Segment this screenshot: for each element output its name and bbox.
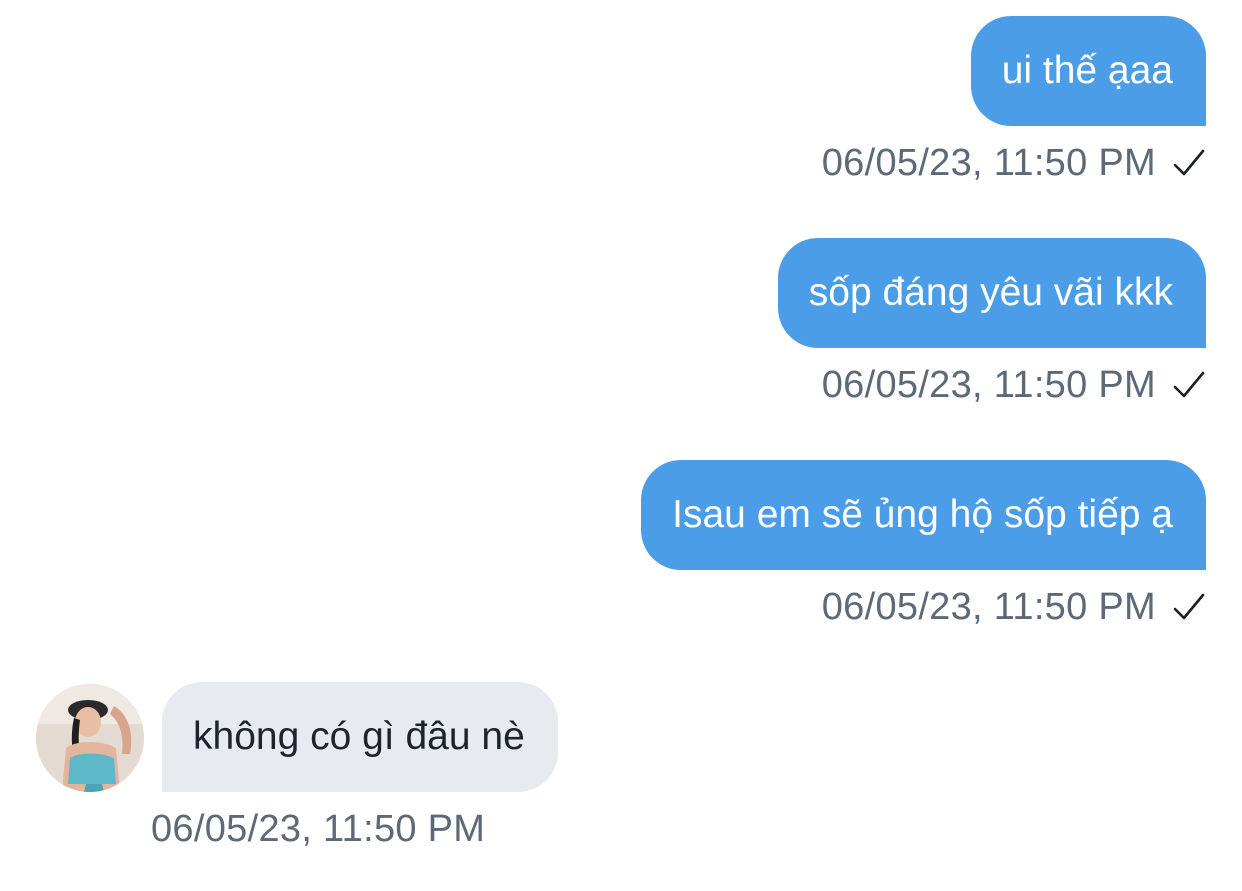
message-meta: 06/05/23, 11:50 PM <box>822 586 1206 628</box>
message-thread[interactable]: ui thế ạaa 06/05/23, 11:50 PM sốp đáng y… <box>0 0 1242 891</box>
incoming-bubble[interactable]: không có gì đâu nè <box>162 682 558 792</box>
check-icon <box>1173 593 1205 620</box>
message-timestamp: 06/05/23, 11:50 PM <box>151 808 486 850</box>
avatar-icon[interactable] <box>36 684 144 792</box>
outgoing-message: sốp đáng yêu vãi kkk 06/05/23, 11:50 PM <box>777 238 1206 406</box>
message-timestamp: 06/05/23, 11:50 PM <box>821 141 1156 184</box>
message-meta: 06/05/23, 11:50 PM <box>822 364 1206 406</box>
message-meta: 06/05/23, 11:50 PM <box>822 142 1206 184</box>
message-timestamp: 06/05/23, 11:50 PM <box>821 585 1156 628</box>
outgoing-bubble[interactable]: ui thế ạaa <box>970 16 1206 126</box>
check-icon <box>1173 149 1205 176</box>
outgoing-bubble[interactable]: sốp đáng yêu vãi kkk <box>777 238 1206 348</box>
check-icon <box>1173 371 1205 398</box>
message-timestamp: 06/05/23, 11:50 PM <box>821 363 1156 406</box>
outgoing-bubble[interactable]: Isau em sẽ ủng hộ sốp tiếp ạ <box>641 460 1206 570</box>
outgoing-message: Isau em sẽ ủng hộ sốp tiếp ạ 06/05/23, 1… <box>641 460 1206 628</box>
outgoing-message: ui thế ạaa 06/05/23, 11:50 PM <box>822 16 1206 184</box>
